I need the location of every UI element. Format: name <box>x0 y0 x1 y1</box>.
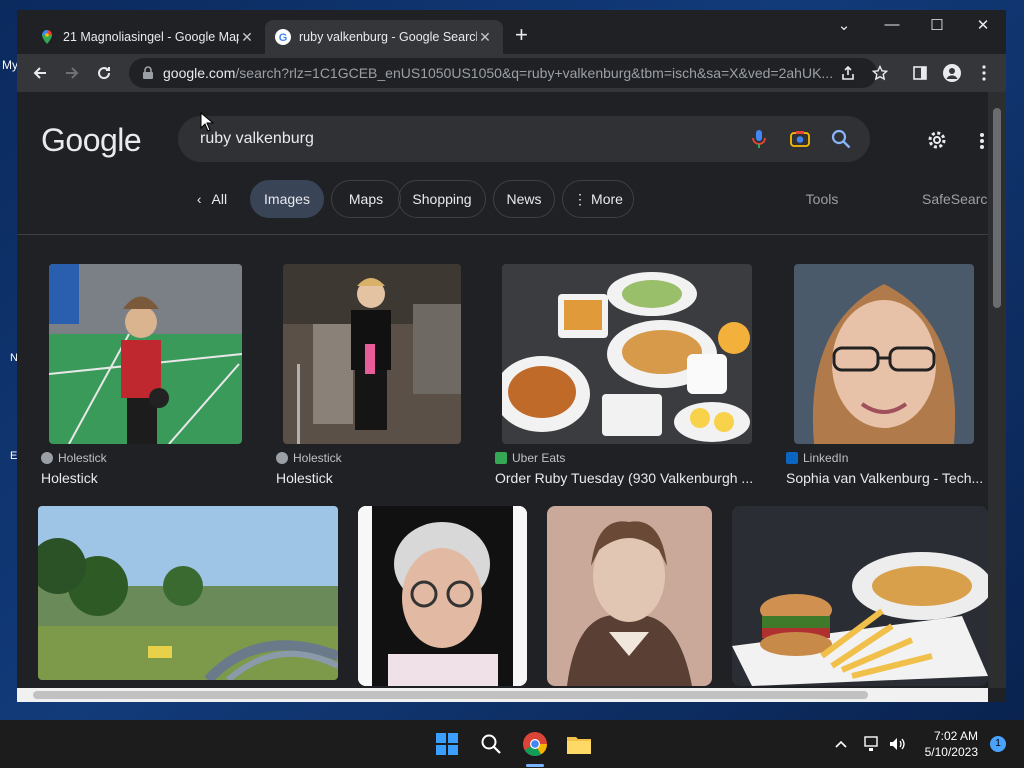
search-query: ruby valkenburg <box>200 130 314 147</box>
result-thumbnail[interactable] <box>794 264 974 444</box>
tab-search-dropdown-icon[interactable]: ⌄ <box>829 16 859 34</box>
profile-icon[interactable] <box>941 62 963 84</box>
tab-search[interactable]: G ruby valkenburg - Google Search ✕ <box>265 20 503 54</box>
svg-text:G: G <box>279 32 288 44</box>
arrow-right-icon <box>66 67 79 79</box>
new-tab-button[interactable]: + <box>515 24 528 46</box>
image-result[interactable]: Holestick Holestick <box>41 264 251 486</box>
image-result[interactable]: Uber Eats Order Ruby Tuesday (930 Valken… <box>495 264 775 486</box>
globe-icon <box>41 452 53 464</box>
desktop-label: My <box>2 58 18 72</box>
result-thumbnail[interactable] <box>283 264 461 444</box>
image-result[interactable] <box>38 506 338 680</box>
uber-eats-icon <box>495 452 507 464</box>
taskbar: 7:02 AM 5/10/2023 1 <box>0 720 1024 768</box>
forward-button[interactable] <box>61 62 83 84</box>
tab-all[interactable]: ‹ All <box>187 180 237 218</box>
result-title[interactable]: Order Ruby Tuesday (930 Valkenburgh ... <box>495 470 765 486</box>
image-result[interactable]: Holestick Holestick <box>276 264 476 486</box>
result-title[interactable]: Sophia van Valkenburg - Tech... <box>786 470 986 486</box>
result-thumbnail[interactable] <box>38 506 338 680</box>
linkedin-icon <box>786 452 798 464</box>
safesearch-button[interactable]: SafeSearch <box>922 180 988 218</box>
browser-toolbar: google.com/search?rlz=1C1GCEB_enUS1050US… <box>17 54 1006 92</box>
result-title[interactable]: Holestick <box>276 470 476 486</box>
lock-icon <box>143 66 153 79</box>
close-icon[interactable]: ✕ <box>477 29 493 46</box>
result-source: LinkedIn <box>786 451 848 465</box>
chevron-up-icon[interactable] <box>826 729 856 759</box>
result-thumbnail[interactable] <box>732 506 988 686</box>
image-result[interactable]: LinkedIn Sophia van Valkenburg - Tech... <box>786 264 988 486</box>
tab-title: ruby valkenburg - Google Search <box>299 30 477 44</box>
notification-badge[interactable]: 1 <box>990 736 1006 752</box>
google-g-icon: G <box>275 29 291 45</box>
result-thumbnail[interactable] <box>547 506 712 686</box>
horizontal-scrollbar[interactable] <box>17 688 988 702</box>
apps-grid-icon[interactable] <box>979 132 988 150</box>
clock-time: 7:02 AM <box>933 729 978 743</box>
result-thumbnail[interactable] <box>49 264 242 444</box>
tab-news[interactable]: News <box>493 180 555 218</box>
browser-window: 21 Magnoliasingel - Google Maps ✕ G ruby… <box>17 10 1006 702</box>
image-result[interactable] <box>358 506 527 686</box>
tab-title: 21 Magnoliasingel - Google Maps <box>63 30 239 44</box>
arrow-left-icon <box>33 67 46 79</box>
vertical-scrollbar[interactable] <box>988 92 1006 688</box>
tab-images[interactable]: Images <box>250 180 324 218</box>
maximize-button[interactable]: ☐ <box>922 16 952 34</box>
gear-icon[interactable] <box>925 128 949 152</box>
search-input[interactable]: ruby valkenburg <box>178 116 870 162</box>
result-thumbnail[interactable] <box>502 264 752 444</box>
result-title[interactable]: Holestick <box>41 470 251 486</box>
tab-shopping[interactable]: Shopping <box>398 180 486 218</box>
globe-icon <box>276 452 288 464</box>
clock-date: 5/10/2023 <box>924 745 978 759</box>
result-thumbnail[interactable] <box>358 506 527 686</box>
chevron-left-icon: ‹ <box>196 191 202 207</box>
back-button[interactable] <box>29 62 51 84</box>
url-path: /search?rlz=1C1GCEB_enUS1050US1050&q=rub… <box>235 65 834 81</box>
scrollbar-thumb[interactable] <box>33 691 868 699</box>
side-panel-icon[interactable] <box>909 62 931 84</box>
divider <box>17 234 988 235</box>
share-icon[interactable] <box>837 62 859 84</box>
camera-lens-icon[interactable] <box>789 128 811 150</box>
result-source: Holestick <box>276 451 342 465</box>
close-window-button[interactable]: ✕ <box>968 16 998 34</box>
minimize-button[interactable]: — <box>877 16 907 33</box>
result-source: Holestick <box>41 451 107 465</box>
windows-start-icon[interactable] <box>432 729 462 759</box>
tab-maps[interactable]: 21 Magnoliasingel - Google Maps ✕ <box>29 20 265 54</box>
tab-more[interactable]: ⋮ More <box>562 180 634 218</box>
close-icon[interactable]: ✕ <box>239 29 255 46</box>
tools-button[interactable]: Tools <box>797 180 847 218</box>
system-clock[interactable]: 7:02 AM 5/10/2023 <box>925 728 978 760</box>
bookmark-star-icon[interactable] <box>869 62 891 84</box>
search-icon[interactable] <box>476 729 506 759</box>
address-bar[interactable]: google.com/search?rlz=1C1GCEB_enUS1050US… <box>129 58 877 88</box>
url-host: google.com <box>163 65 236 81</box>
result-source: Uber Eats <box>495 451 565 465</box>
search-type-tabs: ‹ All Images Maps Shopping News ⋮ More Too… <box>17 180 988 218</box>
maps-pin-icon <box>42 30 52 44</box>
microphone-icon[interactable] <box>748 128 770 150</box>
google-logo[interactable]: Google <box>41 122 142 159</box>
mouse-cursor <box>200 111 215 137</box>
search-results-page: Google ruby valkenburg ‹ All Images Maps… <box>17 92 988 688</box>
active-app-indicator <box>526 764 544 767</box>
search-icon[interactable] <box>830 128 852 150</box>
kebab-menu-icon: ⋮ <box>573 190 588 207</box>
image-result[interactable] <box>547 506 712 686</box>
chrome-icon[interactable] <box>520 729 550 759</box>
tab-bar: 21 Magnoliasingel - Google Maps ✕ G ruby… <box>17 10 1006 54</box>
scrollbar-thumb[interactable] <box>993 108 1001 308</box>
tab-maps[interactable]: Maps <box>331 180 401 218</box>
reload-icon <box>98 67 111 80</box>
image-result[interactable] <box>732 506 988 686</box>
speaker-icon[interactable] <box>882 729 912 759</box>
reload-button[interactable] <box>93 62 115 84</box>
kebab-menu-icon[interactable] <box>973 62 995 84</box>
file-explorer-icon[interactable] <box>564 729 594 759</box>
